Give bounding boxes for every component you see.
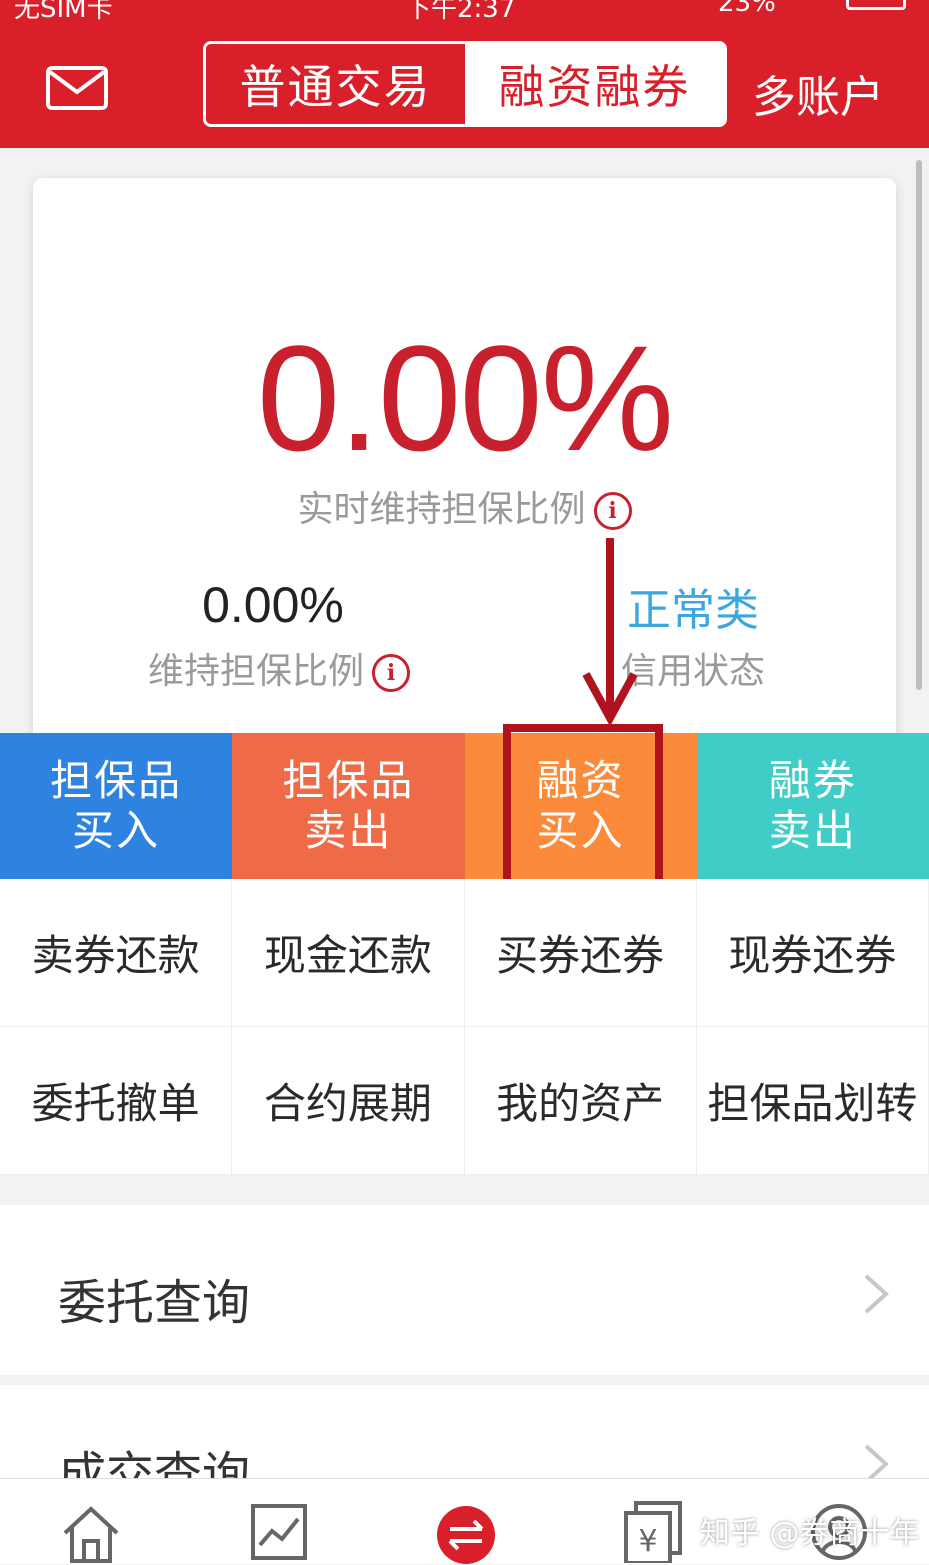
list-item-label: 委托查询 <box>58 1275 251 1331</box>
yuan-doc-icon[interactable]: ¥ <box>624 1501 682 1563</box>
home-icon[interactable] <box>62 1505 120 1563</box>
short-sell-button[interactable]: 融券 卖出 <box>696 733 929 879</box>
primary-actions: 担保品 买入 担保品 卖出 融资 买入 融券 卖出 <box>0 733 929 879</box>
battery-icon <box>846 0 906 10</box>
annotation-arrow-icon <box>582 538 638 727</box>
collateral-buy-button[interactable]: 担保品 买入 <box>0 733 233 879</box>
action-label: 担保品 <box>282 756 415 805</box>
tab-margin-trade[interactable]: 融资融券 <box>465 44 724 124</box>
info-icon[interactable]: i <box>372 654 410 692</box>
list-item-deal-query[interactable]: 成交查询 <box>0 1385 929 1478</box>
contract-extension-button[interactable]: 合约展期 <box>232 1027 465 1175</box>
battery-percent: 23% <box>718 0 776 18</box>
tab-normal-trade[interactable]: 普通交易 <box>206 44 465 124</box>
scrollbar[interactable] <box>916 160 922 690</box>
realtime-ratio-row: 实时维持担保比例 i <box>33 480 896 532</box>
margin-summary-card: 0.00% 实时维持担保比例 i 0.00% 维持担保比例 i 正常类 信用状态 <box>33 178 896 778</box>
maintain-ratio-label: 维持担保比例 <box>147 651 364 692</box>
status-bar: 无SIM卡 下午2:37 23% <box>0 0 929 30</box>
my-assets-button[interactable]: 我的资产 <box>464 1027 697 1175</box>
chevron-right-icon <box>864 1274 889 1314</box>
watermark: 知乎 @券商十年 <box>700 1516 920 1551</box>
sell-to-repay-button[interactable]: 卖券还款 <box>0 879 233 1027</box>
svg-text:¥: ¥ <box>638 1524 657 1559</box>
cancel-order-button[interactable]: 委托撤单 <box>0 1027 233 1175</box>
carrier-text: 无SIM卡 <box>14 0 113 24</box>
cash-repay-button[interactable]: 现金还款 <box>232 879 465 1027</box>
action-label: 卖出 <box>304 806 393 855</box>
chart-icon[interactable] <box>250 1503 308 1561</box>
maintain-ratio-value: 0.00% <box>202 577 344 633</box>
mail-icon[interactable] <box>46 66 108 110</box>
annotation-highlight-box <box>503 724 663 888</box>
action-label: 买入 <box>72 806 161 855</box>
realtime-ratio-label: 实时维持担保比例 <box>297 489 586 530</box>
info-icon[interactable]: i <box>593 492 632 530</box>
trade-icon[interactable] <box>436 1505 496 1565</box>
function-grid: 卖券还款 现金还款 买券还券 现券还券 委托撤单 合约展期 我的资产 担保品划转 <box>0 879 929 1175</box>
status-time: 下午2:37 <box>405 0 516 24</box>
list-item-order-query[interactable]: 委托查询 <box>0 1205 929 1375</box>
collateral-transfer-button[interactable]: 担保品划转 <box>696 1027 929 1175</box>
trade-mode-switch: 普通交易 融资融券 <box>203 41 727 127</box>
action-label: 卖出 <box>768 806 857 855</box>
app-header: 普通交易 融资融券 多账户 <box>0 30 929 148</box>
collateral-sell-button[interactable]: 担保品 卖出 <box>232 733 465 879</box>
buy-to-return-button[interactable]: 买券还券 <box>464 879 697 1027</box>
multi-account-button[interactable]: 多账户 <box>752 61 884 125</box>
stock-return-button[interactable]: 现券还券 <box>696 879 929 1027</box>
chevron-right-icon <box>864 1444 889 1478</box>
maintain-ratio-row: 维持担保比例 i <box>129 642 429 694</box>
realtime-ratio-value: 0.00% <box>256 314 674 482</box>
action-label: 担保品 <box>50 756 183 805</box>
list-item-label: 成交查询 <box>58 1447 251 1478</box>
action-label: 融券 <box>768 756 857 805</box>
